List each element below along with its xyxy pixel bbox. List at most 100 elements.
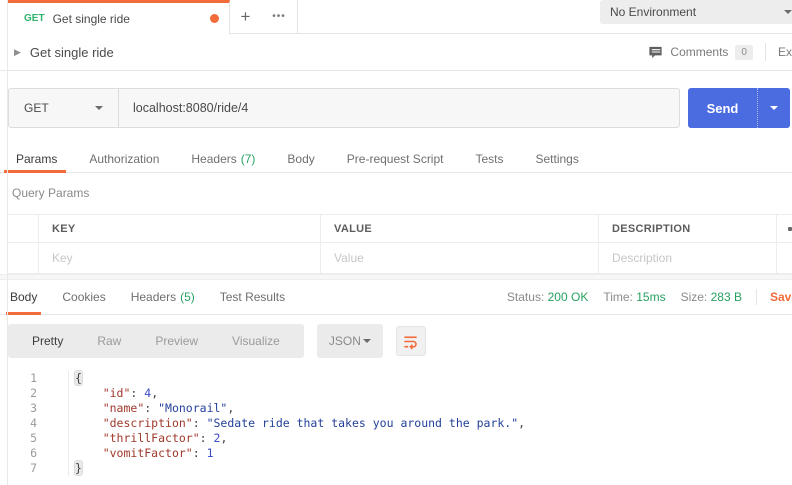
- format-label: JSON: [329, 334, 361, 348]
- comments-button[interactable]: Comments: [670, 45, 728, 59]
- row-handle[interactable]: [8, 243, 39, 273]
- chevron-down-icon: [784, 10, 792, 14]
- request-name: Get single ride: [30, 45, 114, 60]
- table-row: [8, 243, 792, 274]
- request-tab-title: Get single ride: [53, 12, 202, 26]
- code-line: 5 "thrillFactor": 2,: [0, 431, 792, 446]
- chevron-down-icon: [770, 106, 778, 110]
- tab-bar-gutter: [0, 0, 8, 34]
- response-tab-headers[interactable]: Headers(5): [129, 280, 197, 314]
- tab-pre-request-script[interactable]: Pre-request Script: [343, 145, 448, 172]
- postman-window: GET Get single ride + ••• No Environment…: [0, 0, 792, 485]
- key-input[interactable]: [52, 251, 320, 265]
- wrap-lines-icon: [402, 333, 419, 350]
- line-content: "vomitFactor": 1: [69, 446, 214, 461]
- tab-options-button[interactable]: •••: [261, 0, 298, 34]
- tab-body[interactable]: Body: [283, 145, 318, 172]
- size-pair: Size: 283 B: [681, 290, 742, 304]
- value-input[interactable]: [334, 251, 598, 265]
- request-header-actions: Comments 0 Ex: [648, 43, 792, 61]
- code-line: 7}: [0, 461, 792, 476]
- tab-count-badge: (7): [241, 152, 256, 166]
- response-body-code[interactable]: 1{2 "id": 4,3 "name": "Monorail",4 "desc…: [0, 367, 792, 476]
- environment-label: No Environment: [610, 5, 696, 19]
- line-content: "thrillFactor": 2,: [69, 431, 227, 446]
- url-input[interactable]: [119, 89, 679, 127]
- tab-label: Headers: [131, 290, 176, 304]
- request-url-bar: GET Send: [0, 71, 792, 145]
- status-value: 200 OK: [548, 290, 589, 304]
- line-content: {: [69, 371, 82, 386]
- new-tab-button[interactable]: +: [230, 0, 261, 34]
- method-label: GET: [24, 101, 49, 115]
- send-button[interactable]: Send: [688, 88, 757, 128]
- line-number: 4: [0, 416, 69, 431]
- wrap-lines-button[interactable]: [396, 326, 426, 356]
- response-meta: Status: 200 OK Time: 15ms Size: 283 B Sa…: [492, 289, 792, 305]
- code-line: 6 "vomitFactor": 1: [0, 446, 792, 461]
- method-selector[interactable]: GET: [9, 89, 119, 127]
- environment-selector[interactable]: No Environment: [600, 0, 792, 24]
- request-header: ▶ Get single ride Comments 0 Ex: [0, 34, 792, 71]
- tab-tests[interactable]: Tests: [471, 145, 507, 172]
- value-column-header: VALUE: [321, 215, 599, 242]
- status-label: Status:: [507, 290, 544, 304]
- view-mode-raw[interactable]: Raw: [80, 334, 138, 348]
- response-viewer-toolbar: PrettyRawPreviewVisualize JSON: [0, 315, 792, 367]
- chevron-down-icon: [95, 106, 103, 110]
- format-selector[interactable]: JSON: [317, 324, 383, 358]
- tab-label: Params: [16, 152, 57, 166]
- view-mode-preview[interactable]: Preview: [138, 334, 215, 348]
- tab-label: Headers: [191, 152, 236, 166]
- header-divider: [765, 43, 766, 61]
- save-response-button[interactable]: Save: [770, 290, 792, 304]
- line-number: 3: [0, 401, 69, 416]
- disclosure-triangle-icon[interactable]: ▶: [14, 47, 21, 58]
- size-label: Size:: [681, 290, 708, 304]
- view-mode-visualize[interactable]: Visualize: [215, 334, 297, 348]
- tab-label: Settings: [536, 152, 579, 166]
- time-pair: Time: 15ms: [603, 290, 665, 304]
- tab-bar: GET Get single ride + ••• No Environment: [0, 0, 792, 34]
- meta-divider: [756, 289, 757, 305]
- url-group: GET: [8, 88, 680, 128]
- code-line: 3 "name": "Monorail",: [0, 401, 792, 416]
- comments-count-badge: 0: [735, 45, 753, 60]
- examples-button[interactable]: Ex: [778, 45, 792, 59]
- key-column-header: KEY: [39, 215, 321, 242]
- column-options-icon[interactable]: [777, 215, 792, 242]
- tab-settings[interactable]: Settings: [532, 145, 583, 172]
- query-params-table: KEY VALUE DESCRIPTION: [8, 214, 792, 274]
- tab-label: Body: [287, 152, 314, 166]
- line-number: 1: [0, 371, 69, 386]
- tab-label: Authorization: [89, 152, 159, 166]
- response-tab-cookies[interactable]: Cookies: [60, 280, 107, 314]
- view-mode-pretty[interactable]: Pretty: [15, 334, 80, 348]
- line-content: "id": 4,: [69, 386, 158, 401]
- response-tab-test-results[interactable]: Test Results: [218, 280, 287, 314]
- view-mode-group: PrettyRawPreviewVisualize: [8, 324, 304, 358]
- query-params-section: Query Params: [0, 173, 792, 200]
- table-header-row: KEY VALUE DESCRIPTION: [8, 215, 792, 243]
- line-number: 6: [0, 446, 69, 461]
- time-value: 15ms: [636, 290, 665, 304]
- tab-authorization[interactable]: Authorization: [85, 145, 163, 172]
- tab-params[interactable]: Params: [12, 145, 61, 172]
- code-line: 4 "description": "Sedate ride that takes…: [0, 416, 792, 431]
- row-options: [777, 243, 792, 273]
- description-input[interactable]: [612, 251, 776, 265]
- response-tab-body[interactable]: Body: [8, 280, 39, 314]
- size-value: 283 B: [711, 290, 742, 304]
- send-options-button[interactable]: [757, 88, 790, 128]
- send-button-group: Send: [688, 88, 790, 128]
- line-content: "name": "Monorail",: [69, 401, 234, 416]
- row-handle-column: [8, 215, 39, 242]
- tab-headers[interactable]: Headers (7): [187, 145, 259, 172]
- time-label: Time:: [603, 290, 633, 304]
- unsaved-indicator-dot: [210, 14, 219, 23]
- request-tab-method-badge: GET: [24, 13, 45, 24]
- line-number: 7: [0, 461, 69, 476]
- tab-label: Cookies: [62, 290, 105, 304]
- query-params-heading: Query Params: [12, 186, 792, 200]
- request-tab[interactable]: GET Get single ride: [8, 0, 230, 34]
